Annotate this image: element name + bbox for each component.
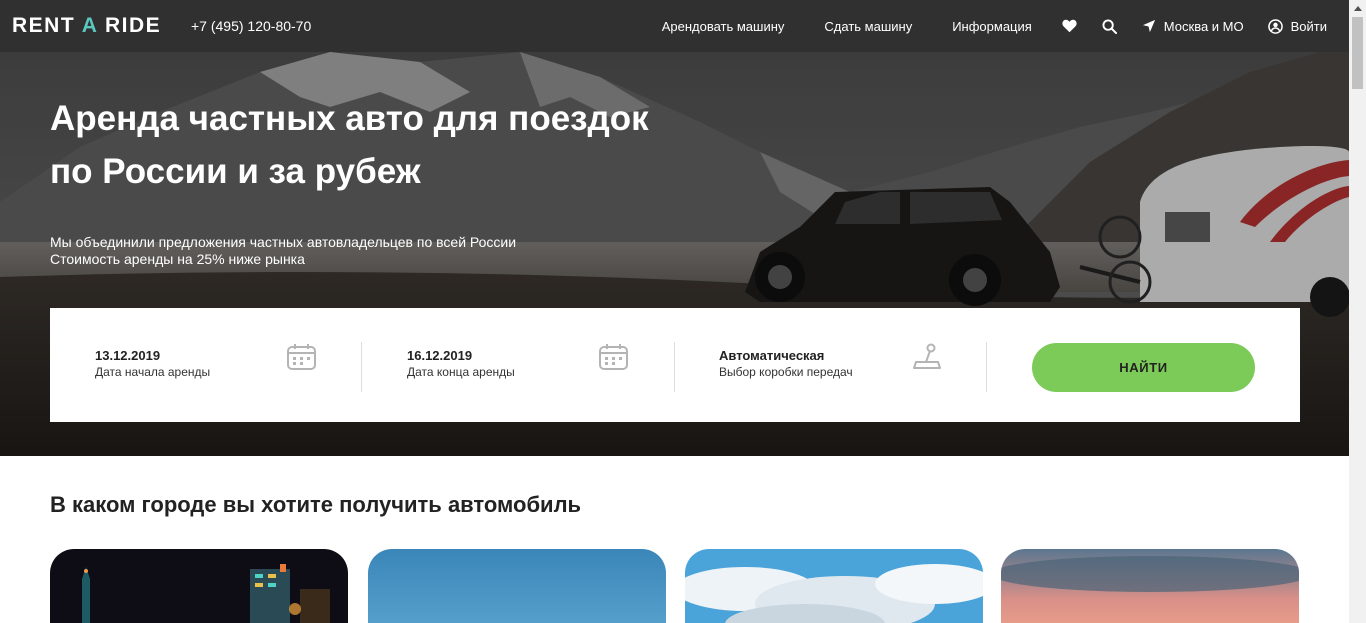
start-date-field[interactable]: 13.12.2019 Дата начала аренды <box>95 342 317 392</box>
calendar-icon[interactable] <box>286 342 317 376</box>
logo-text-ride: RIDE <box>97 14 162 37</box>
logo[interactable]: RENT A RIDE <box>12 14 161 38</box>
city-card-image <box>1001 549 1299 623</box>
vertical-scrollbar[interactable] <box>1349 0 1366 623</box>
end-date-value: 16.12.2019 <box>407 348 473 363</box>
field-divider <box>986 342 987 392</box>
logo-text-accent: A <box>81 14 98 37</box>
find-button[interactable]: НАЙТИ <box>1032 343 1255 392</box>
field-divider <box>674 342 675 392</box>
city-card-image <box>685 549 983 623</box>
transmission-field[interactable]: Автоматическая Выбор коробки передач <box>719 342 949 392</box>
field-divider <box>361 342 362 392</box>
city-card-image <box>368 549 666 623</box>
login-button[interactable]: Войти <box>1267 18 1327 34</box>
gearbox-icon[interactable] <box>911 342 943 377</box>
hero-title-line-2: по России и за рубеж <box>50 152 421 191</box>
location-label: Москва и МО <box>1163 18 1244 34</box>
search-icon[interactable] <box>1102 18 1118 34</box>
search-panel: 13.12.2019 Дата начала аренды 16.12.2019… <box>50 308 1300 422</box>
page: RENT A RIDE +7 (495) 120-80-70 Арендоват… <box>0 0 1349 623</box>
user-icon <box>1267 18 1283 34</box>
scroll-up-arrow-icon[interactable] <box>1349 0 1366 17</box>
scroll-thumb[interactable] <box>1352 17 1363 89</box>
end-date-field[interactable]: 16.12.2019 Дата конца аренды <box>407 342 629 392</box>
calendar-icon[interactable] <box>598 342 629 376</box>
top-navigation-bar: RENT A RIDE +7 (495) 120-80-70 Арендоват… <box>0 0 1349 52</box>
main-nav: Арендовать машину Сдать машину Информаци… <box>622 0 1349 52</box>
nav-rent-car[interactable]: Арендовать машину <box>662 19 785 34</box>
login-label: Войти <box>1290 18 1327 34</box>
location-selector[interactable]: Москва и МО <box>1142 19 1244 34</box>
start-date-value: 13.12.2019 <box>95 348 161 363</box>
hero-title-line-1: Аренда частных авто для поездок <box>50 99 649 138</box>
heart-icon[interactable] <box>1062 18 1078 34</box>
phone-number[interactable]: +7 (495) 120-80-70 <box>191 18 311 34</box>
city-card-moscow[interactable] <box>50 549 348 623</box>
hero-subtitle-line-2: Стоимость аренды на 25% ниже рынка <box>50 251 305 267</box>
city-card-4[interactable] <box>1001 549 1299 623</box>
hero-title: Аренда частных авто для поездок по Росси… <box>50 92 730 198</box>
nav-list-car[interactable]: Сдать машину <box>824 19 912 34</box>
city-card-3[interactable] <box>685 549 983 623</box>
city-card-image <box>50 549 348 623</box>
hero-subtitle: Мы объединили предложения частных автовл… <box>50 234 516 268</box>
start-date-label: Дата начала аренды <box>95 365 211 379</box>
city-section-title: В каком городе вы хотите получить автомо… <box>50 492 582 517</box>
end-date-label: Дата конца аренды <box>407 365 515 379</box>
city-card-2[interactable] <box>368 549 666 623</box>
nav-information[interactable]: Информация <box>952 19 1032 34</box>
location-arrow-icon <box>1142 19 1155 33</box>
logo-text-rent: RENT <box>12 14 82 37</box>
hero-subtitle-line-1: Мы объединили предложения частных автовл… <box>50 234 517 250</box>
